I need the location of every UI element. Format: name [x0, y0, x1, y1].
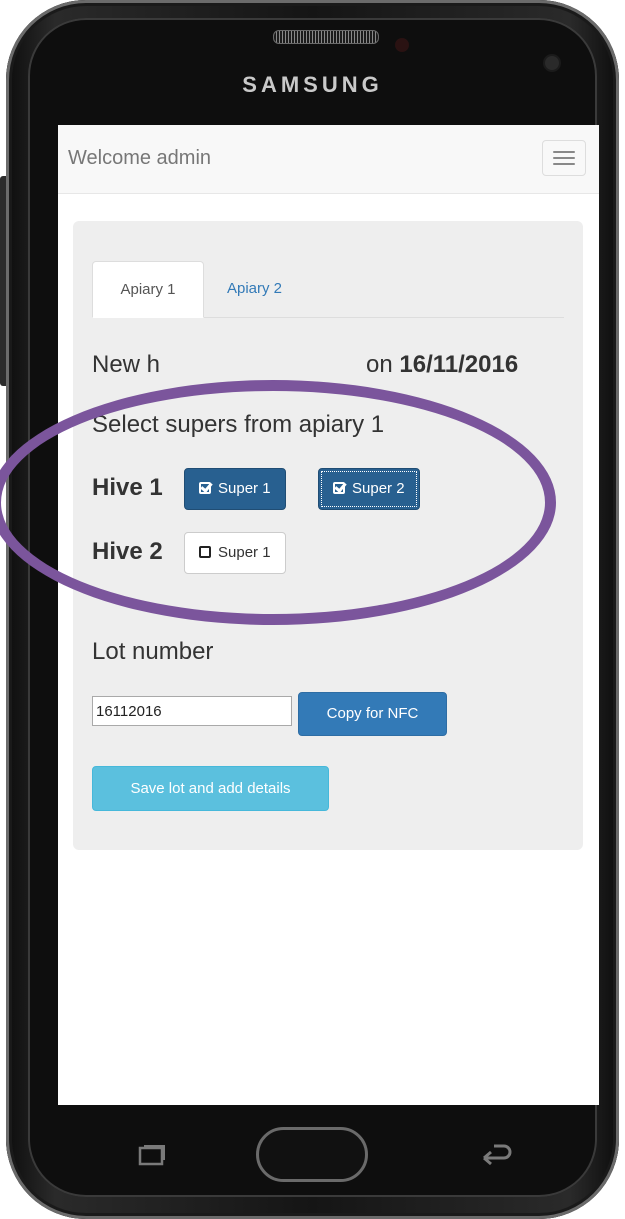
screen: Welcome admin Apiary 1 Apiary 2 New h on… [58, 125, 599, 1105]
recent-apps-icon[interactable] [138, 1144, 166, 1166]
hamburger-icon [553, 157, 575, 159]
super-toggle-button[interactable]: Super 1 [184, 468, 286, 510]
heading-suffix: on [366, 351, 393, 378]
navbar-brand[interactable]: Welcome admin [68, 147, 211, 170]
navbar: Welcome admin [58, 125, 599, 194]
copy-for-nfc-button[interactable]: Copy for NFC [298, 692, 447, 736]
tab-apiary-1[interactable]: Apiary 1 [92, 261, 204, 318]
lot-number-label: Lot number [92, 638, 214, 665]
super-label: Super 1 [218, 480, 271, 497]
heading-date: 16/11/2016 [399, 351, 519, 378]
front-camera [545, 56, 559, 70]
super-toggle-button[interactable]: Super 1 [184, 532, 286, 574]
checked-square-icon [333, 482, 345, 494]
unchecked-square-icon [199, 546, 211, 558]
content-panel: Apiary 1 Apiary 2 New h on 16/11/2016 Se… [73, 221, 583, 850]
proximity-sensor [395, 38, 409, 52]
tab-apiary-2[interactable]: Apiary 2 [205, 261, 304, 315]
side-key [0, 176, 6, 386]
navbar-toggle-button[interactable] [542, 140, 586, 176]
speaker-grille [273, 30, 379, 44]
hive-row: Hive 2 Super 1 [92, 532, 564, 576]
save-lot-button[interactable]: Save lot and add details [92, 766, 329, 811]
hive-label: Hive 2 [92, 538, 163, 565]
device-brand: SAMSUNG [242, 72, 383, 97]
home-button[interactable] [256, 1127, 368, 1182]
hive-row: Hive 1 Super 1 Super 2 [92, 468, 564, 512]
select-supers-label: Select supers from apiary 1 [92, 411, 385, 438]
back-icon[interactable] [480, 1140, 514, 1166]
lot-number-input[interactable] [92, 696, 292, 726]
super-toggle-button[interactable]: Super 2 [318, 468, 420, 510]
super-label: Super 2 [352, 480, 405, 497]
hive-label: Hive 1 [92, 474, 163, 501]
heading-prefix: New h [92, 351, 161, 378]
checked-square-icon [199, 482, 211, 494]
harvest-heading: New h on 16/11/2016 [92, 351, 564, 383]
hamburger-icon [553, 163, 575, 165]
hamburger-icon [553, 151, 575, 153]
super-label: Super 1 [218, 544, 271, 561]
apiary-tabs: Apiary 1 Apiary 2 [92, 261, 564, 318]
